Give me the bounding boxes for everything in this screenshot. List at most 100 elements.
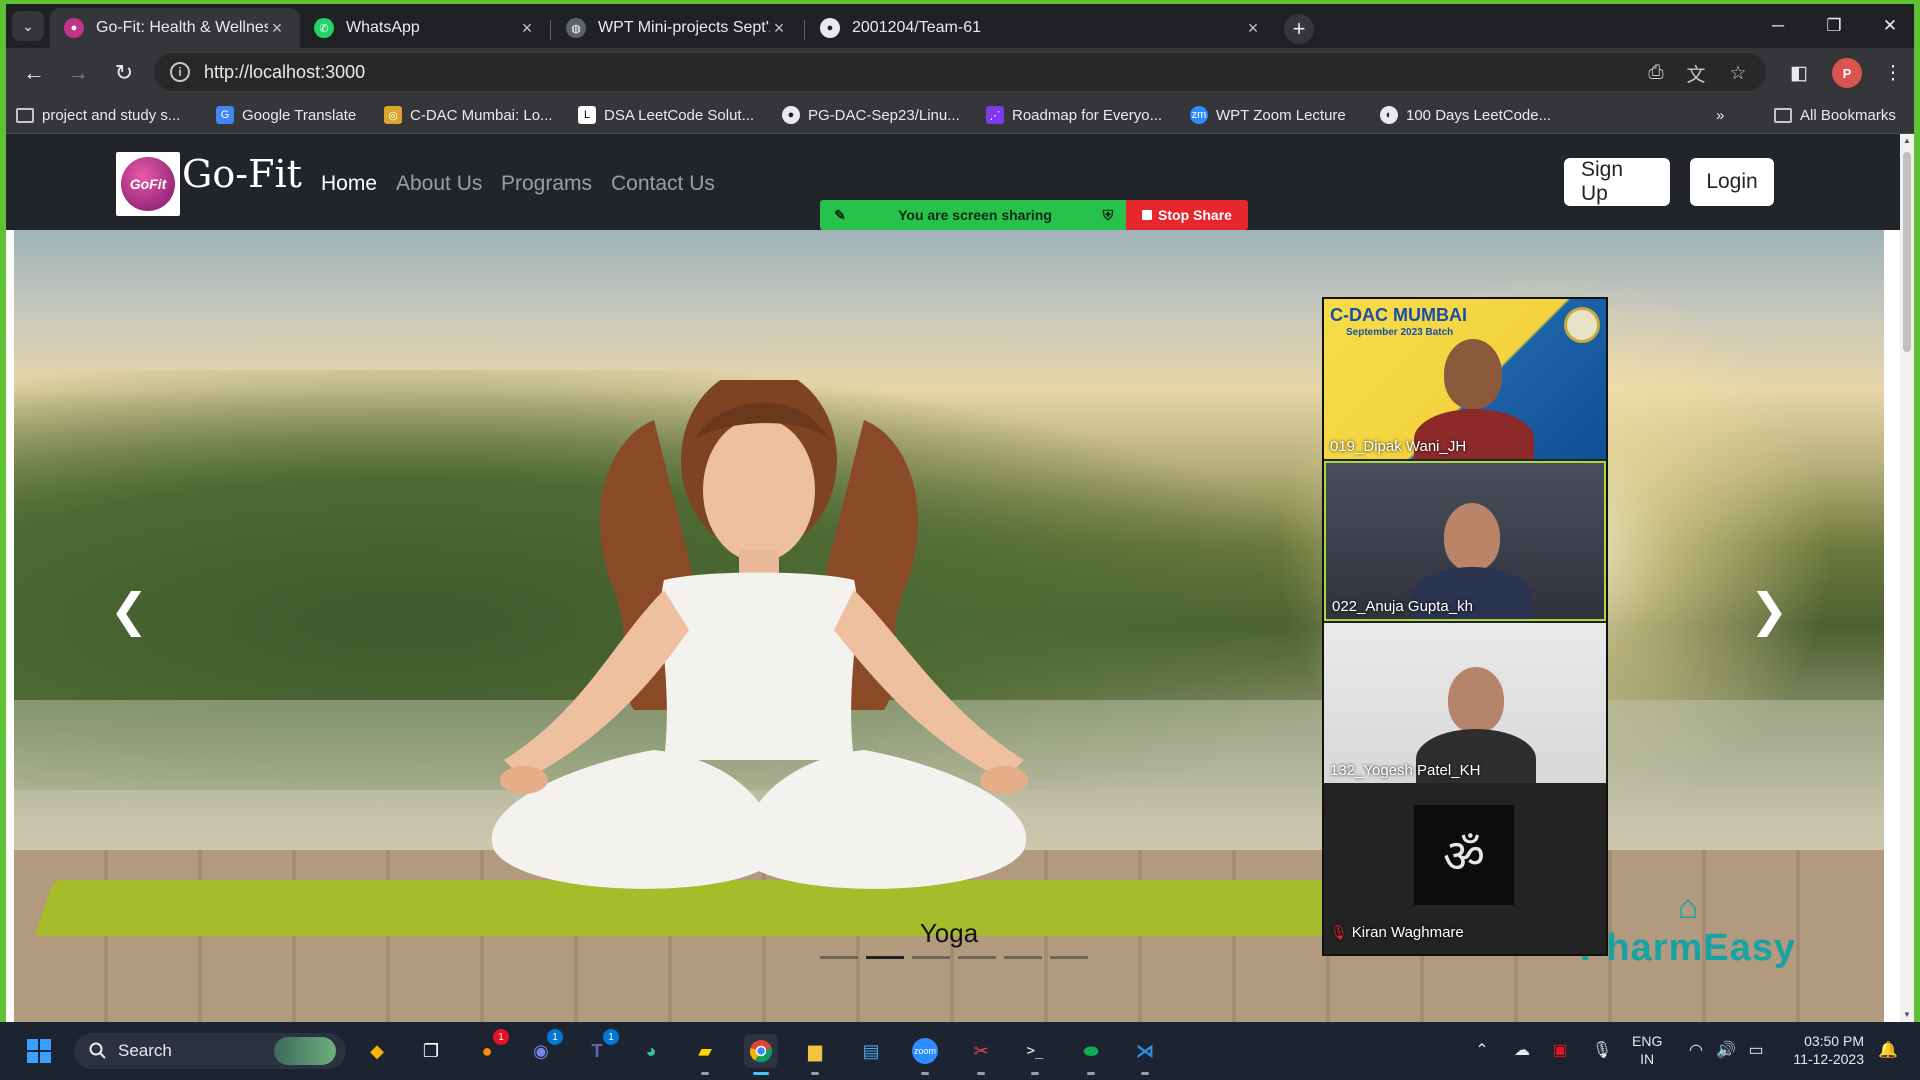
login-button[interactable]: Login: [1690, 158, 1774, 206]
carousel-indicator[interactable]: [1050, 956, 1088, 959]
task-view-icon[interactable]: ❐: [414, 1034, 448, 1068]
bookmark-cdac[interactable]: ◎ C-DAC Mumbai: Lo...: [384, 103, 553, 127]
notification-bell-icon[interactable]: 🔔: [1876, 1038, 1900, 1062]
tray-app-icon[interactable]: ▣: [1548, 1038, 1572, 1062]
cdac-banner-title: C-DAC MUMBAI: [1330, 305, 1467, 325]
onedrive-cloud-icon[interactable]: ☁: [1510, 1038, 1534, 1062]
chat-icon[interactable]: ◉ 1: [524, 1029, 563, 1068]
tab-whatsapp[interactable]: ✆ WhatsApp ×: [300, 8, 550, 48]
bookmark-dsa-leetcode[interactable]: L DSA LeetCode Solut...: [578, 103, 754, 127]
tab-gofit[interactable]: ● Go-Fit: Health & Wellness Hub ×: [50, 8, 300, 48]
github-icon: ●: [782, 106, 800, 124]
bookmark-label: 100 Days LeetCode...: [1406, 106, 1552, 124]
minimize-icon[interactable]: ─: [1758, 12, 1798, 40]
close-icon[interactable]: ×: [1244, 18, 1262, 39]
browser-window: ⌄ ● Go-Fit: Health & Wellness Hub × ✆ Wh…: [6, 4, 1914, 1022]
pin-icon[interactable]: ✎: [820, 207, 860, 224]
carousel-indicator[interactable]: [820, 956, 858, 959]
show-hidden-icons-chevron-icon[interactable]: ⌃: [1470, 1038, 1494, 1062]
file-explorer-icon[interactable]: ▆: [798, 1034, 832, 1075]
tab-title: WhatsApp: [346, 19, 420, 36]
scroll-up-icon[interactable]: ▲: [1900, 134, 1914, 148]
zoom-icon[interactable]: zoom: [908, 1034, 942, 1075]
mongodb-compass-icon[interactable]: ⬬: [1074, 1034, 1108, 1075]
scroll-down-icon[interactable]: ▼: [1900, 1008, 1914, 1022]
reload-icon[interactable]: ↻: [108, 57, 140, 89]
all-bookmarks-button[interactable]: All Bookmarks: [1774, 103, 1896, 127]
notification-badge: 1: [547, 1029, 563, 1045]
participant-tile[interactable]: 022_Anuja Gupta_kh: [1324, 461, 1606, 621]
translate-icon[interactable]: 文: [1682, 59, 1710, 87]
windows-start-icon[interactable]: [22, 1034, 56, 1068]
browser-app-icon[interactable]: ● 1: [470, 1029, 509, 1068]
nav-programs[interactable]: Programs: [501, 172, 592, 196]
more-bookmarks-icon[interactable]: »: [1716, 103, 1724, 127]
close-icon[interactable]: ×: [518, 18, 536, 39]
wifi-icon[interactable]: ◠: [1684, 1038, 1708, 1062]
close-icon[interactable]: ×: [770, 18, 788, 39]
install-app-icon[interactable]: ⎙: [1642, 59, 1670, 87]
menu-kebab-icon[interactable]: ⋮: [1878, 58, 1908, 88]
participant-tile[interactable]: ॐ 🎙 Kiran Waghmare: [1324, 785, 1606, 945]
carousel-next-chevron-icon[interactable]: ❯: [1744, 584, 1794, 636]
nav-contact-us[interactable]: Contact Us: [611, 172, 715, 196]
cdac-banner-subtitle: September 2023 Batch: [1346, 327, 1454, 338]
nav-about-us[interactable]: About Us: [396, 172, 482, 196]
carousel-indicator[interactable]: [958, 956, 996, 959]
new-tab-button[interactable]: +: [1284, 14, 1314, 44]
bookmark-100-days[interactable]: ◐ 100 Days LeetCode...: [1380, 103, 1551, 127]
close-icon[interactable]: ×: [268, 18, 286, 39]
address-bar[interactable]: i http://localhost:3000 ⎙ 文 ☆: [154, 53, 1766, 91]
pharmeasy-watermark: ⌂ PharmEasy: [1580, 888, 1796, 970]
windows-taskbar: Search ◆ ❐ ● 1 ◉ 1 T1 ◕ ▰ ▆ ▤ zoom ✂ >_ ⬬ …: [0, 1022, 1920, 1080]
notepad-icon[interactable]: ▤: [854, 1034, 888, 1068]
taskbar-search[interactable]: Search: [74, 1033, 346, 1069]
scrollbar-thumb[interactable]: [1903, 152, 1911, 352]
close-window-icon[interactable]: ✕: [1870, 12, 1910, 40]
page-scrollbar[interactable]: ▲ ▼: [1900, 134, 1914, 1022]
tab-pdf[interactable]: ◍ WPT Mini-projects Sept'23.pdf ×: [552, 8, 802, 48]
vscode-icon[interactable]: ⋊: [1128, 1034, 1162, 1075]
edge-icon[interactable]: ◕: [634, 1034, 668, 1068]
stop-share-button[interactable]: Stop Share: [1126, 200, 1248, 230]
snipping-tool-icon[interactable]: ✂: [964, 1034, 998, 1075]
carousel-indicator[interactable]: [1004, 956, 1042, 959]
input-language[interactable]: ENG IN: [1632, 1032, 1662, 1068]
microphone-icon[interactable]: 🎙: [1590, 1038, 1614, 1062]
nav-home[interactable]: Home: [321, 172, 377, 196]
side-panel-icon[interactable]: ◧: [1784, 58, 1814, 88]
battery-icon[interactable]: ▭: [1744, 1038, 1768, 1062]
region-code: IN: [1640, 1051, 1655, 1067]
participant-tile[interactable]: 132_Yogesh Patel_KH: [1324, 623, 1606, 783]
bookmark-project-folder[interactable]: project and study s...: [16, 103, 180, 127]
tab-search-button[interactable]: ⌄: [12, 11, 44, 41]
site-info-icon[interactable]: i: [170, 62, 190, 82]
tab-github[interactable]: ● 2001204/Team-61 ×: [806, 8, 1276, 48]
copilot-icon[interactable]: ◆: [360, 1034, 394, 1068]
participant-tile[interactable]: C-DAC MUMBAI September 2023 Batch 019_Di…: [1324, 299, 1606, 459]
terminal-icon[interactable]: >_: [1018, 1034, 1052, 1075]
teams-icon[interactable]: T1: [580, 1029, 619, 1068]
site-brand[interactable]: Go-Fit: [182, 152, 302, 196]
carousel-indicator[interactable]: [912, 956, 950, 959]
restore-icon[interactable]: ❐: [1814, 12, 1854, 40]
back-icon[interactable]: ←: [18, 57, 50, 89]
chrome-icon[interactable]: [744, 1034, 778, 1075]
system-clock[interactable]: 03:50 PM 11-12-2023: [1780, 1032, 1864, 1068]
site-navbar: GoFit Go-Fit Home About Us Programs Cont…: [6, 134, 1900, 230]
bookmark-pg-dac[interactable]: ● PG-DAC-Sep23/Linu...: [782, 103, 960, 127]
bookmark-google-translate[interactable]: G Google Translate: [216, 103, 356, 127]
bookmark-star-icon[interactable]: ☆: [1724, 59, 1752, 87]
volume-icon[interactable]: 🔊: [1714, 1038, 1738, 1062]
search-label: Search: [118, 1041, 172, 1060]
bookmark-zoom-lecture[interactable]: zm WPT Zoom Lecture: [1190, 103, 1346, 127]
sticky-notes-icon[interactable]: ▰: [688, 1034, 722, 1075]
profile-avatar[interactable]: P: [1832, 58, 1862, 88]
signup-button[interactable]: Sign Up: [1564, 158, 1670, 206]
gofit-logo[interactable]: GoFit: [116, 152, 180, 216]
bookmark-roadmap[interactable]: ⋰ Roadmap for Everyo...: [986, 103, 1162, 127]
url-text[interactable]: http://localhost:3000: [204, 62, 365, 83]
carousel-prev-chevron-icon[interactable]: ❮: [104, 584, 154, 636]
carousel-indicator[interactable]: [866, 956, 904, 959]
forward-icon[interactable]: →: [62, 57, 94, 89]
